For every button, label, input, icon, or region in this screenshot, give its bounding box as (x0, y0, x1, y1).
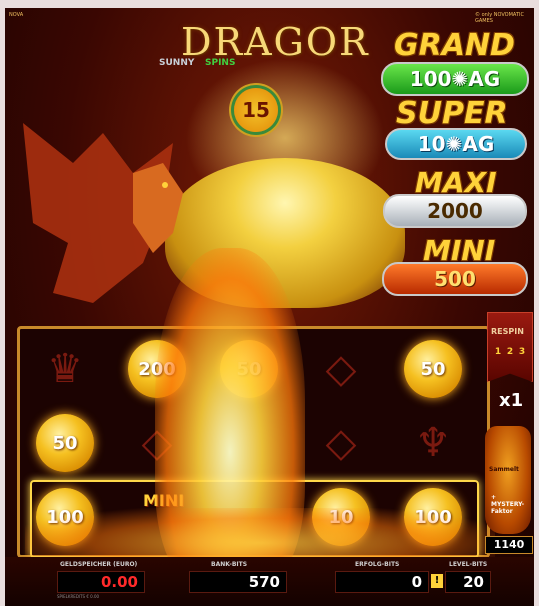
respin-step-2: 2 (506, 347, 514, 357)
reel-cell-2-1: 50 (20, 407, 110, 479)
erfolg-bits-value: 0 (335, 571, 429, 593)
game-screen: NOVA © only NOVOMATIC GAMES DRAGOR SUNNY… (5, 8, 534, 606)
geldspeicher-label: GELDSPEICHER (EURO) (60, 561, 138, 568)
bank-bits-value: 570 (189, 571, 287, 593)
vase-collector: Sammelt + MYSTERY-Faktor (485, 426, 531, 534)
jackpot-super-value: 10✺AG (385, 128, 527, 160)
vase-top-label: Sammelt (489, 466, 519, 473)
coin-symbol: 50 (36, 414, 94, 472)
jackpot-grand-value: 100✺AG (381, 62, 529, 96)
free-spins-counter: 15 (234, 88, 278, 132)
bottom-bar: GELDSPEICHER (EURO) 0.00 SPIELKREDITS € … (5, 557, 534, 606)
free-spins-value: 15 (242, 98, 270, 122)
reel-cell-1-5: 50 (388, 333, 478, 405)
erfolg-bits-label: ERFOLG-BITS (355, 561, 400, 568)
reel-cell-1-4: ◇ (296, 333, 386, 405)
coin-value: 50 (420, 358, 446, 380)
respin-panel: RESPIN 1 2 3 (487, 312, 533, 382)
jackpot-grand-label: GRAND (394, 28, 515, 63)
logo-sub-right: SPINS (205, 58, 236, 68)
jackpot-mini-value: 500 (382, 262, 528, 296)
geldspeicher-value: 0.00 (57, 571, 145, 593)
jackpot-super-label: SUPER (396, 96, 508, 131)
header-tiny-right: © only NOVOMATIC GAMES (475, 12, 524, 24)
respin-step-1: 1 (494, 347, 502, 357)
jackpot-maxi-value: 2000 (383, 194, 527, 228)
geldspeicher-sub: SPIELKREDITS € 0.00 (57, 594, 100, 599)
goblet-icon: ♆ (415, 420, 451, 466)
coin-value: 50 (52, 432, 78, 454)
respin-label: RESPIN (491, 327, 524, 336)
vase-counter: 1140 (485, 536, 533, 554)
vase-bottom-label: + MYSTERY-Faktor (491, 494, 525, 515)
level-bits-label: LEVEL-BITS (449, 561, 488, 568)
logo-sub-left: SUNNY (159, 58, 195, 68)
reel-cell-1-1: ♛ (20, 333, 110, 405)
crown-icon: ♛ (47, 346, 83, 392)
multiplier-display: x1 (499, 390, 524, 411)
level-bits-value: 20 (445, 571, 491, 593)
game-logo: DRAGOR SUNNY SPINS (159, 20, 373, 70)
reel-cell-2-5: ♆ (388, 407, 478, 479)
coin-symbol: 50 (404, 340, 462, 398)
respin-step-3: 3 (518, 347, 526, 357)
bank-bits-label: BANK-BITS (211, 561, 248, 568)
reel-cell-2-4: ◇ (296, 407, 386, 479)
diamond-icon: ◇ (325, 420, 357, 466)
warning-icon[interactable]: ! (431, 574, 443, 588)
diamond-icon: ◇ (325, 346, 357, 392)
header-tiny-left: NOVA (9, 12, 24, 18)
